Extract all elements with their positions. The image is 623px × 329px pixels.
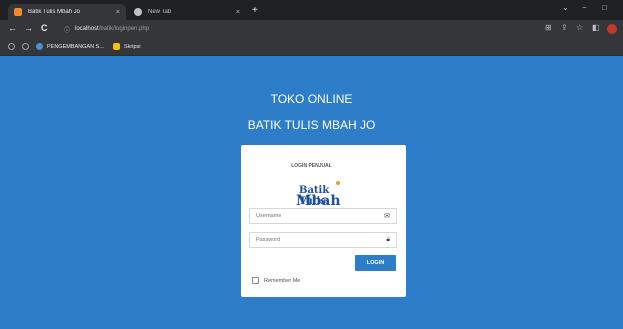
login-button[interactable]: LOGIN — [355, 255, 396, 271]
bookmark-star-icon[interactable]: ☆ — [576, 23, 583, 32]
new-tab-favicon-icon — [134, 8, 142, 16]
remember-me[interactable]: Remember Me — [252, 277, 300, 284]
tab-close-icon[interactable]: × — [236, 9, 240, 16]
tab-batik-tulis[interactable]: Batik Tulis Mbah Jo × — [8, 4, 126, 20]
profile-avatar[interactable] — [607, 24, 617, 34]
username-field[interactable]: ✉ — [249, 208, 397, 224]
folder-icon — [113, 43, 120, 50]
minimize-icon[interactable]: − — [582, 3, 587, 12]
address-path: /batik/loginpen.php — [98, 26, 150, 32]
bookmark-skripsi[interactable]: Skripsi — [113, 43, 141, 50]
share-icon[interactable]: ⇪ — [561, 23, 568, 32]
password-field[interactable]: 🔒︎ — [249, 232, 397, 248]
reload-icon[interactable]: C — [41, 23, 48, 33]
new-tab-button[interactable]: + — [252, 5, 258, 16]
login-title: LOGIN PENJUAL — [291, 163, 332, 169]
envelope-icon: ✉ — [384, 213, 390, 220]
username-input[interactable] — [256, 213, 376, 219]
tab-label: New Tab — [148, 9, 172, 15]
tab-search-icon[interactable]: ⌄ — [562, 3, 569, 12]
forward-icon[interactable]: → — [24, 23, 33, 33]
maximize-icon[interactable]: □ — [602, 3, 607, 12]
remember-checkbox[interactable] — [252, 277, 259, 284]
bookmark-pengembangan[interactable]: PENGEMBANGAN S... — [36, 43, 104, 50]
address-host: localhost — [75, 26, 99, 32]
globe-icon[interactable] — [22, 43, 29, 50]
side-panel-icon[interactable]: ◧ — [592, 23, 600, 32]
tab-label: Batik Tulis Mbah Jo — [28, 9, 81, 15]
translate-icon[interactable]: ⊞ — [545, 23, 552, 32]
page-heading-brand: BATIK TULIS MBAH JO — [247, 118, 376, 132]
back-icon[interactable]: ← — [8, 23, 17, 33]
apps-icon[interactable] — [8, 43, 15, 50]
bookmark-label: PENGEMBANGAN S... — [47, 43, 104, 50]
tab-close-icon[interactable]: × — [116, 9, 120, 16]
lock-icon: 🔒︎ — [386, 236, 390, 243]
site-favicon-icon — [14, 8, 22, 16]
bookmark-label: Skripsi — [124, 43, 141, 50]
tab-new-tab[interactable]: New Tab × — [128, 4, 246, 20]
page-heading-toko: TOKO ONLINE — [270, 92, 353, 106]
browser-toolbar: ← → C ⓘ localhost /batik/loginpen.php ⊞ … — [0, 20, 623, 38]
address-bar[interactable]: ⓘ localhost /batik/loginpen.php — [64, 23, 514, 35]
browser-title-bar: Batik Tulis Mbah Jo × New Tab × + ⌄ − □ — [0, 0, 623, 20]
bookmark-favicon-icon — [36, 43, 43, 50]
password-input[interactable] — [256, 237, 376, 243]
bookmarks-bar: PENGEMBANGAN S... Skripsi — [0, 38, 623, 56]
remember-label: Remember Me — [264, 277, 301, 284]
site-info-icon[interactable]: ⓘ — [64, 25, 70, 34]
